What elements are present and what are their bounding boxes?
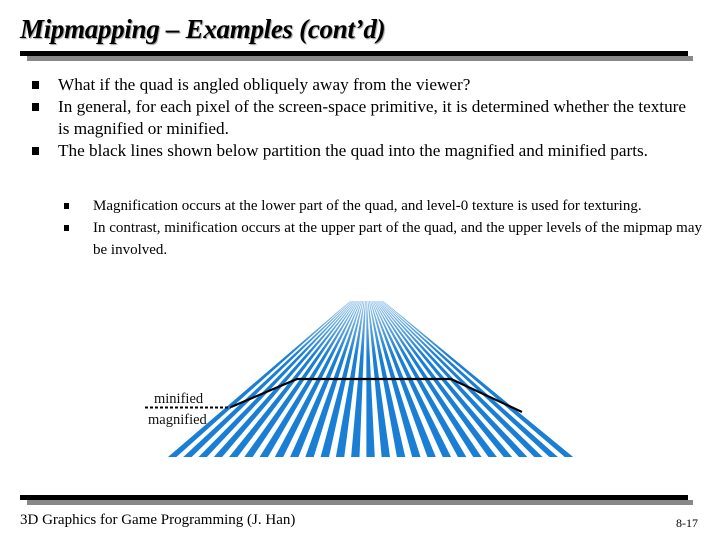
label-magnified: magnified: [148, 412, 208, 428]
footer-course-title: 3D Graphics for Game Programming (J. Han…: [20, 512, 296, 528]
label-minified: minified: [154, 391, 204, 407]
page-number: 8-17: [676, 516, 698, 530]
perspective-quad-figure: minified magnified: [145, 300, 590, 460]
footer-rule-gray: [27, 500, 693, 505]
